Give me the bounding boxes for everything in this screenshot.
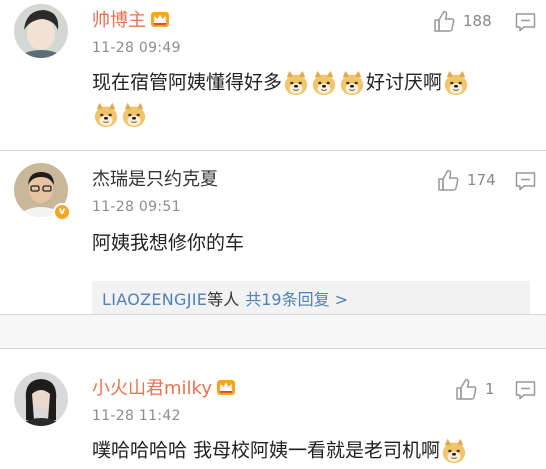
- reply-icon[interactable]: [515, 171, 536, 191]
- like-button[interactable]: 1: [455, 378, 495, 400]
- username[interactable]: 帅博主: [92, 10, 170, 32]
- reply-icon[interactable]: [515, 12, 536, 32]
- doge-emoji: [284, 69, 308, 96]
- comment-item: v 杰瑞是只约克夏 11-28 09:51 174 阿姨我想修你的车 LIAOZ…: [0, 163, 546, 319]
- thumb-up-icon: [456, 378, 477, 400]
- section-gap: [0, 315, 546, 348]
- crown-icon: [216, 380, 235, 395]
- reply-users[interactable]: LIAOZENGJIE: [102, 290, 207, 309]
- doge-emoji: [444, 69, 468, 96]
- like-button[interactable]: 188: [433, 10, 492, 32]
- verified-icon: v: [53, 203, 71, 221]
- avatar[interactable]: [14, 372, 68, 426]
- divider: [0, 150, 546, 151]
- thumb-up-icon: [434, 10, 455, 32]
- timestamp: 11-28 11:42: [92, 408, 181, 424]
- comment-content: 噗哈哈哈哈 我母校阿姨一看就是老司机啊: [92, 434, 542, 467]
- comment-item: 帅博主 11-28 09:49 188 现在宿管阿姨懂得好多 好讨厌啊: [0, 4, 546, 154]
- doge-emoji: [312, 69, 336, 96]
- doge-emoji: [340, 69, 364, 96]
- username[interactable]: 杰瑞是只约克夏: [92, 169, 218, 191]
- comment-content: 阿姨我想修你的车: [92, 232, 245, 254]
- like-button[interactable]: 174: [437, 169, 496, 191]
- timestamp: 11-28 09:49: [92, 40, 181, 56]
- like-count: 188: [463, 12, 492, 30]
- doge-emoji: [94, 102, 118, 128]
- like-count: 174: [467, 171, 496, 189]
- thumb-up-icon: [438, 169, 459, 191]
- doge-emoji: [442, 437, 466, 464]
- timestamp: 11-28 09:51: [92, 199, 181, 215]
- comment-content: 现在宿管阿姨懂得好多 好讨厌啊: [92, 66, 532, 131]
- username[interactable]: 小火山君milky: [92, 378, 236, 400]
- comment-item: 小火山君milky 11-28 11:42 1 噗哈哈哈哈 我母校阿姨一看就是老…: [0, 372, 546, 469]
- like-count: 1: [485, 380, 495, 398]
- avatar[interactable]: [14, 4, 68, 58]
- crown-icon: [151, 12, 169, 27]
- reply-count-link[interactable]: 共19条回复 >: [245, 290, 348, 309]
- comment-list: 帅博主 11-28 09:49 188 现在宿管阿姨懂得好多 好讨厌啊 v 杰瑞是…: [0, 0, 546, 469]
- reply-users-suffix: 等人: [207, 290, 240, 309]
- doge-emoji: [122, 102, 146, 128]
- reply-icon[interactable]: [515, 380, 536, 400]
- divider: [0, 348, 546, 349]
